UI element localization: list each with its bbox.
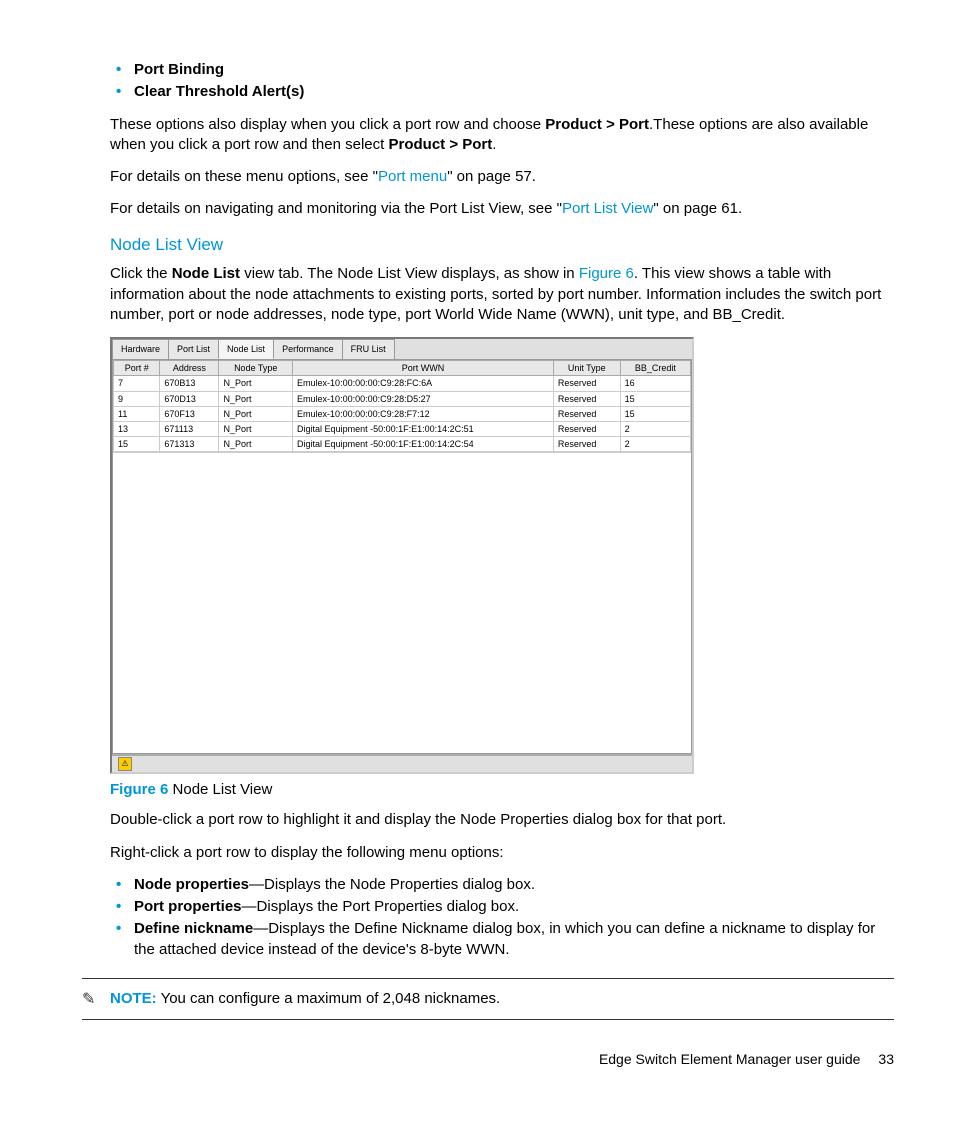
bullet-text: Port Binding xyxy=(134,61,224,78)
tab-node-list[interactable]: Node List xyxy=(218,339,274,359)
table-row[interactable]: 15671313N_PortDigital Equipment -50:00:1… xyxy=(114,437,691,452)
tab-row: HardwarePort ListNode ListPerformanceFRU… xyxy=(112,339,692,359)
status-bar: ⚠ xyxy=(112,754,692,772)
grid-header-row: Port #AddressNode TypePort WWNUnit TypeB… xyxy=(114,361,691,376)
page-footer: Edge Switch Element Manager user guide 3… xyxy=(110,1050,894,1069)
table-row[interactable]: 9670D13N_PortEmulex-10:00:00:00:C9:28:D5… xyxy=(114,391,691,406)
tab-fru-list[interactable]: FRU List xyxy=(342,339,395,359)
note-icon: ✎ xyxy=(82,989,100,1007)
paragraph: Right-click a port row to display the fo… xyxy=(110,843,894,863)
menu-options-list: Node properties—Displays the Node Proper… xyxy=(110,875,894,960)
heading-node-list-view: Node List View xyxy=(110,234,894,257)
footer-title: Edge Switch Element Manager user guide xyxy=(599,1050,860,1069)
note-label: NOTE: xyxy=(110,990,157,1007)
paragraph: These options also display when you clic… xyxy=(110,115,894,156)
paragraph: Double-click a port row to highlight it … xyxy=(110,810,894,830)
link-port-list-view[interactable]: Port List View xyxy=(562,200,653,217)
table-row[interactable]: 11670F13N_PortEmulex-10:00:00:00:C9:28:F… xyxy=(114,406,691,421)
link-port-menu[interactable]: Port menu xyxy=(378,168,447,185)
link-figure-6[interactable]: Figure 6 xyxy=(579,265,634,282)
column-header[interactable]: Node Type xyxy=(219,361,293,376)
list-item: Clear Threshold Alert(s) xyxy=(134,82,894,102)
grid: Port #AddressNode TypePort WWNUnit TypeB… xyxy=(112,359,692,754)
column-header[interactable]: Port WWN xyxy=(293,361,554,376)
top-bullet-list: Port Binding Clear Threshold Alert(s) xyxy=(110,60,894,103)
paragraph: For details on navigating and monitoring… xyxy=(110,199,894,219)
column-header[interactable]: Port # xyxy=(114,361,160,376)
tab-port-list[interactable]: Port List xyxy=(168,339,219,359)
column-header[interactable]: Address xyxy=(160,361,219,376)
paragraph: For details on these menu options, see "… xyxy=(110,167,894,187)
bullet-text: Clear Threshold Alert(s) xyxy=(134,83,304,100)
figure-node-list-view: HardwarePort ListNode ListPerformanceFRU… xyxy=(110,337,694,774)
list-item: Port Binding xyxy=(134,60,894,80)
grid-empty-area xyxy=(113,452,691,753)
list-item: Node properties—Displays the Node Proper… xyxy=(134,875,894,895)
table-row[interactable]: 13671113N_PortDigital Equipment -50:00:1… xyxy=(114,421,691,436)
table-row[interactable]: 7670B13N_PortEmulex-10:00:00:00:C9:28:FC… xyxy=(114,376,691,391)
footer-page-number: 33 xyxy=(878,1050,894,1069)
figure-caption: Figure 6 Node List View xyxy=(110,780,894,800)
list-item: Define nickname—Displays the Define Nick… xyxy=(134,919,894,960)
note-block: ✎ NOTE: You can configure a maximum of 2… xyxy=(82,978,894,1020)
column-header[interactable]: BB_Credit xyxy=(620,361,690,376)
tab-hardware[interactable]: Hardware xyxy=(112,339,169,359)
note-text: You can configure a maximum of 2,048 nic… xyxy=(157,990,501,1007)
list-item: Port properties—Displays the Port Proper… xyxy=(134,897,894,917)
warning-icon: ⚠ xyxy=(118,757,132,771)
paragraph: Click the Node List view tab. The Node L… xyxy=(110,264,894,325)
column-header[interactable]: Unit Type xyxy=(553,361,620,376)
tab-performance[interactable]: Performance xyxy=(273,339,343,359)
